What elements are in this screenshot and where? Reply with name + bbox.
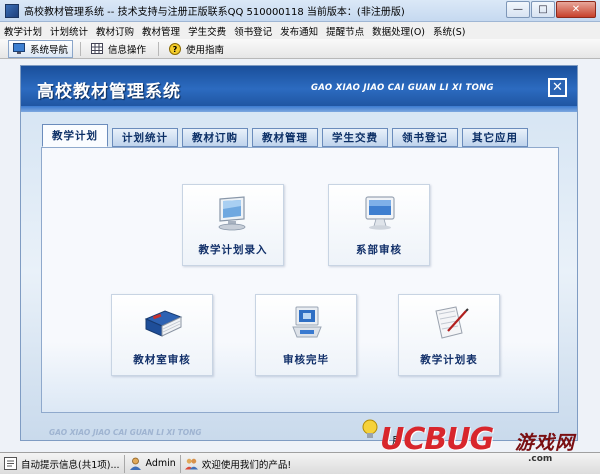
status-welcome-section: 欢迎使用我们的产品! <box>181 455 295 473</box>
document-icon <box>435 306 469 339</box>
toolbar-label: 使用指南 <box>186 44 225 56</box>
svg-text:?: ? <box>173 45 178 54</box>
toolbar-user-guide-button[interactable]: ? 使用指南 <box>164 40 229 58</box>
lightbulb-icon <box>362 419 378 438</box>
toolbar-separator <box>158 41 160 56</box>
panel-footer-text: GAO XIAO JIAO CAI GUAN LI XI TONG <box>49 428 202 437</box>
menu-textbook-order[interactable]: 教材订购 <box>96 24 134 38</box>
tab-other-applications[interactable]: 其它应用 <box>462 128 528 147</box>
toolbar-system-navigation-button[interactable]: 系统导航 <box>8 39 74 58</box>
menu-system[interactable]: 系统(S) <box>433 24 465 38</box>
status-user-text: Admin <box>145 458 176 469</box>
window-controls: — □ ✕ <box>505 1 596 18</box>
tile-textbook-room-review[interactable]: 教材室审核 <box>111 294 213 376</box>
panel-title: 高校教材管理系统 <box>37 82 181 102</box>
menu-data-processing[interactable]: 数据处理(O) <box>372 24 425 38</box>
tile-review-complete[interactable]: 审核完毕 <box>255 294 357 376</box>
menu-publish-notice[interactable]: 发布通知 <box>280 24 318 38</box>
menu-bar: 教学计划 计划统计 教材订购 教材管理 学生交费 领书登记 发布通知 提醒节点 … <box>0 22 600 39</box>
watermark-brand: UCBUG <box>380 422 494 457</box>
watermark-brand-cn: 游戏网 <box>515 432 576 454</box>
tab-textbook-order[interactable]: 教材订购 <box>182 128 248 147</box>
app-icon <box>5 3 19 18</box>
panel-close-button[interactable]: ✕ <box>548 78 567 97</box>
main-panel: 高校教材管理系统 GAO XIAO JIAO CAI GUAN LI XI TO… <box>20 65 578 441</box>
toolbar-label: 系统导航 <box>30 44 69 56</box>
tile-department-review[interactable]: 系部审核 <box>328 184 430 266</box>
imac-icon <box>365 196 395 230</box>
menu-book-collection[interactable]: 领书登记 <box>234 24 272 38</box>
tile-label: 审核完毕 <box>283 354 329 366</box>
tile-teaching-plan-entry[interactable]: 教学计划录入 <box>182 184 284 266</box>
tile-label: 教材室审核 <box>133 354 191 366</box>
window-title: 高校教材管理系统 -- 技术支持与注册正版联系QQ 510000118 当前版本… <box>24 7 405 18</box>
title-bar[interactable]: 高校教材管理系统 -- 技术支持与注册正版联系QQ 510000118 当前版本… <box>0 0 600 22</box>
toolbar-separator <box>80 41 82 56</box>
grid-icon <box>91 43 104 54</box>
minimize-button[interactable]: — <box>506 1 530 18</box>
menu-reminder[interactable]: 提醒节点 <box>326 24 364 38</box>
site-watermark: 用 UCBUG 游戏网 .com <box>360 418 600 474</box>
info-icon <box>4 457 17 470</box>
tab-teaching-plan[interactable]: 教学计划 <box>42 124 108 147</box>
users-icon <box>184 457 198 470</box>
status-user-section: Admin <box>125 454 181 473</box>
panel-subtitle: GAO XIAO JIAO CAI GUAN LI XI TONG <box>311 83 494 93</box>
tile-label: 教学计划录入 <box>198 244 268 256</box>
user-icon <box>129 457 142 470</box>
menu-plan-statistics[interactable]: 计划统计 <box>50 24 88 38</box>
close-button[interactable]: ✕ <box>556 1 596 18</box>
tab-content: 教学计划录入 系部审核 教材室审核 审核完毕 教学计划表 <box>41 147 559 413</box>
menu-teaching-plan[interactable]: 教学计划 <box>4 24 42 38</box>
tab-book-collection[interactable]: 领书登记 <box>392 128 458 147</box>
toolbar-label: 信息操作 <box>108 44 147 56</box>
book-icon <box>144 310 183 337</box>
panel-header: 高校教材管理系统 GAO XIAO JIAO CAI GUAN LI XI TO… <box>21 66 577 112</box>
tile-label: 系部审核 <box>356 244 402 256</box>
menu-student-payment[interactable]: 学生交费 <box>188 24 226 38</box>
tab-plan-statistics[interactable]: 计划统计 <box>112 128 178 147</box>
help-icon: ? <box>169 42 182 55</box>
tile-label: 教学计划表 <box>420 354 478 366</box>
menu-textbook-management[interactable]: 教材管理 <box>142 24 180 38</box>
tab-student-payment[interactable]: 学生交费 <box>322 128 388 147</box>
tile-teaching-plan-table[interactable]: 教学计划表 <box>398 294 500 376</box>
maximize-button[interactable]: □ <box>531 1 555 18</box>
navigation-icon <box>13 43 25 54</box>
monitor-icon <box>218 196 246 231</box>
status-hint-section[interactable]: 自动提示信息(共1项)... <box>0 454 125 473</box>
status-hint-text: 自动提示信息(共1项)... <box>21 459 120 471</box>
function-tabs: 教学计划 计划统计 教材订购 教材管理 学生交费 领书登记 其它应用 <box>42 124 532 147</box>
tab-textbook-management[interactable]: 教材管理 <box>252 128 318 147</box>
toolbar-info-operation-button[interactable]: 信息操作 <box>86 40 151 58</box>
watermark-url: .com <box>528 454 553 464</box>
status-welcome-text: 欢迎使用我们的产品! <box>201 459 292 471</box>
server-icon <box>292 306 322 338</box>
toolbar: 系统导航 信息操作 ? 使用指南 <box>0 39 600 59</box>
